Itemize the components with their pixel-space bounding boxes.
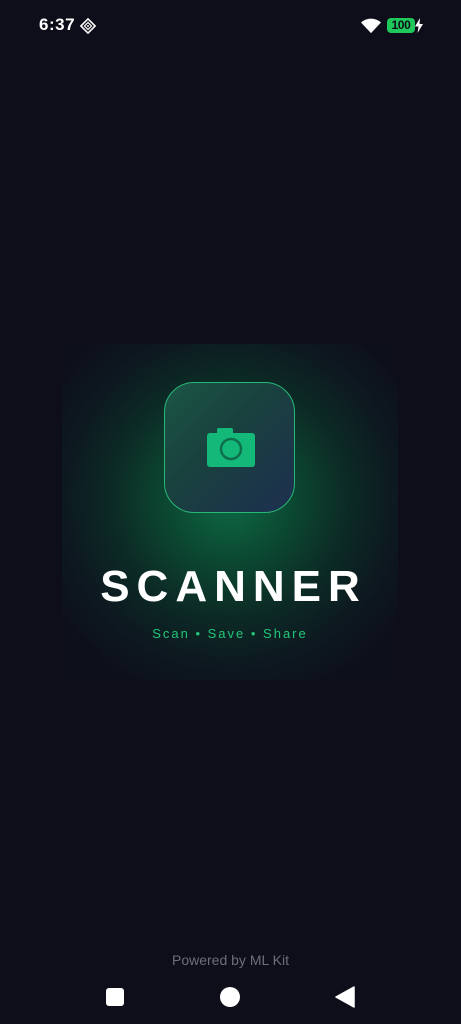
app-tagline: Scan • Save • Share (152, 626, 308, 641)
wifi-icon (361, 18, 381, 33)
app-logo (164, 382, 295, 513)
recents-button[interactable] (106, 988, 124, 1006)
back-button[interactable] (335, 986, 355, 1008)
status-time: 6:37 (39, 15, 76, 34)
home-button[interactable] (220, 987, 240, 1007)
status-bar: 6:37 100 (0, 0, 461, 52)
charging-bolt-icon (415, 18, 423, 33)
splash-screen: 6:37 100 SCANNER Scan • Save • Share Pow… (0, 0, 461, 1024)
camera-icon (207, 428, 255, 467)
app-title: SCANNER (100, 562, 367, 611)
powered-by-text: Powered by ML Kit (172, 952, 289, 968)
battery-icon: 100 (387, 18, 415, 33)
notification-icon (80, 18, 96, 34)
splash-card: SCANNER Scan • Save • Share (62, 344, 398, 680)
